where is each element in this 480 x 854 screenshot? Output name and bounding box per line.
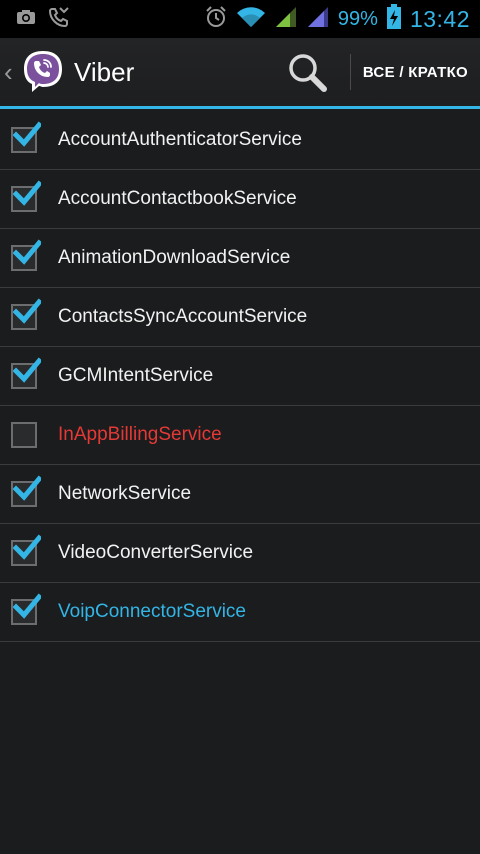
service-list: AccountAuthenticatorService AccountConta…	[0, 111, 480, 642]
clock: 13:42	[409, 5, 470, 32]
viber-logo[interactable]	[20, 49, 66, 95]
alarm-icon	[204, 5, 228, 34]
checkbox[interactable]	[11, 422, 37, 448]
action-bar-underline	[0, 106, 480, 109]
wifi-icon	[236, 5, 266, 34]
list-item[interactable]: AccountAuthenticatorService	[0, 111, 480, 170]
signal-icon-2	[306, 5, 330, 34]
app-title: Viber	[74, 56, 135, 87]
search-icon[interactable]	[284, 49, 330, 95]
action-bar: ‹ Viber ВСЕ / КРАТКО	[0, 38, 480, 106]
list-item[interactable]: VoipConnectorService	[0, 583, 480, 642]
service-name: VoipConnectorService	[58, 601, 246, 622]
checkbox[interactable]	[11, 180, 41, 212]
checkbox[interactable]	[11, 475, 41, 507]
service-name: VideoConverterService	[58, 542, 254, 563]
status-bar-right: 99% 13:42	[204, 3, 480, 35]
checkbox[interactable]	[11, 593, 41, 625]
checkbox[interactable]	[11, 298, 41, 330]
service-name: InAppBillingService	[58, 424, 222, 445]
missed-call-icon	[48, 6, 70, 33]
list-item[interactable]: InAppBillingService	[0, 406, 480, 465]
service-name: ContactsSyncAccountService	[58, 306, 308, 327]
status-bar-left	[0, 6, 70, 33]
back-caret-icon[interactable]: ‹	[4, 57, 18, 88]
list-item[interactable]: ContactsSyncAccountService	[0, 288, 480, 347]
battery-percent: 99%	[337, 7, 378, 30]
list-item[interactable]: GCMIntentService	[0, 347, 480, 406]
battery-charging-icon	[386, 3, 402, 35]
service-name: AnimationDownloadService	[58, 247, 291, 268]
service-name: AccountContactbookService	[58, 188, 297, 209]
checkbox[interactable]	[11, 534, 41, 566]
checkbox[interactable]	[11, 357, 41, 389]
view-mode-button[interactable]: ВСЕ / КРАТКО	[351, 64, 480, 81]
checkbox[interactable]	[11, 239, 41, 271]
service-name: AccountAuthenticatorService	[58, 129, 302, 150]
list-item[interactable]: AccountContactbookService	[0, 170, 480, 229]
list-item[interactable]: NetworkService	[0, 465, 480, 524]
camera-icon	[16, 9, 36, 30]
list-item[interactable]: VideoConverterService	[0, 524, 480, 583]
checkbox[interactable]	[11, 121, 41, 153]
service-name: GCMIntentService	[58, 365, 214, 386]
signal-icon	[274, 5, 298, 34]
service-name: NetworkService	[58, 483, 192, 504]
list-item[interactable]: AnimationDownloadService	[0, 229, 480, 288]
status-bar: 99% 13:42	[0, 0, 480, 38]
